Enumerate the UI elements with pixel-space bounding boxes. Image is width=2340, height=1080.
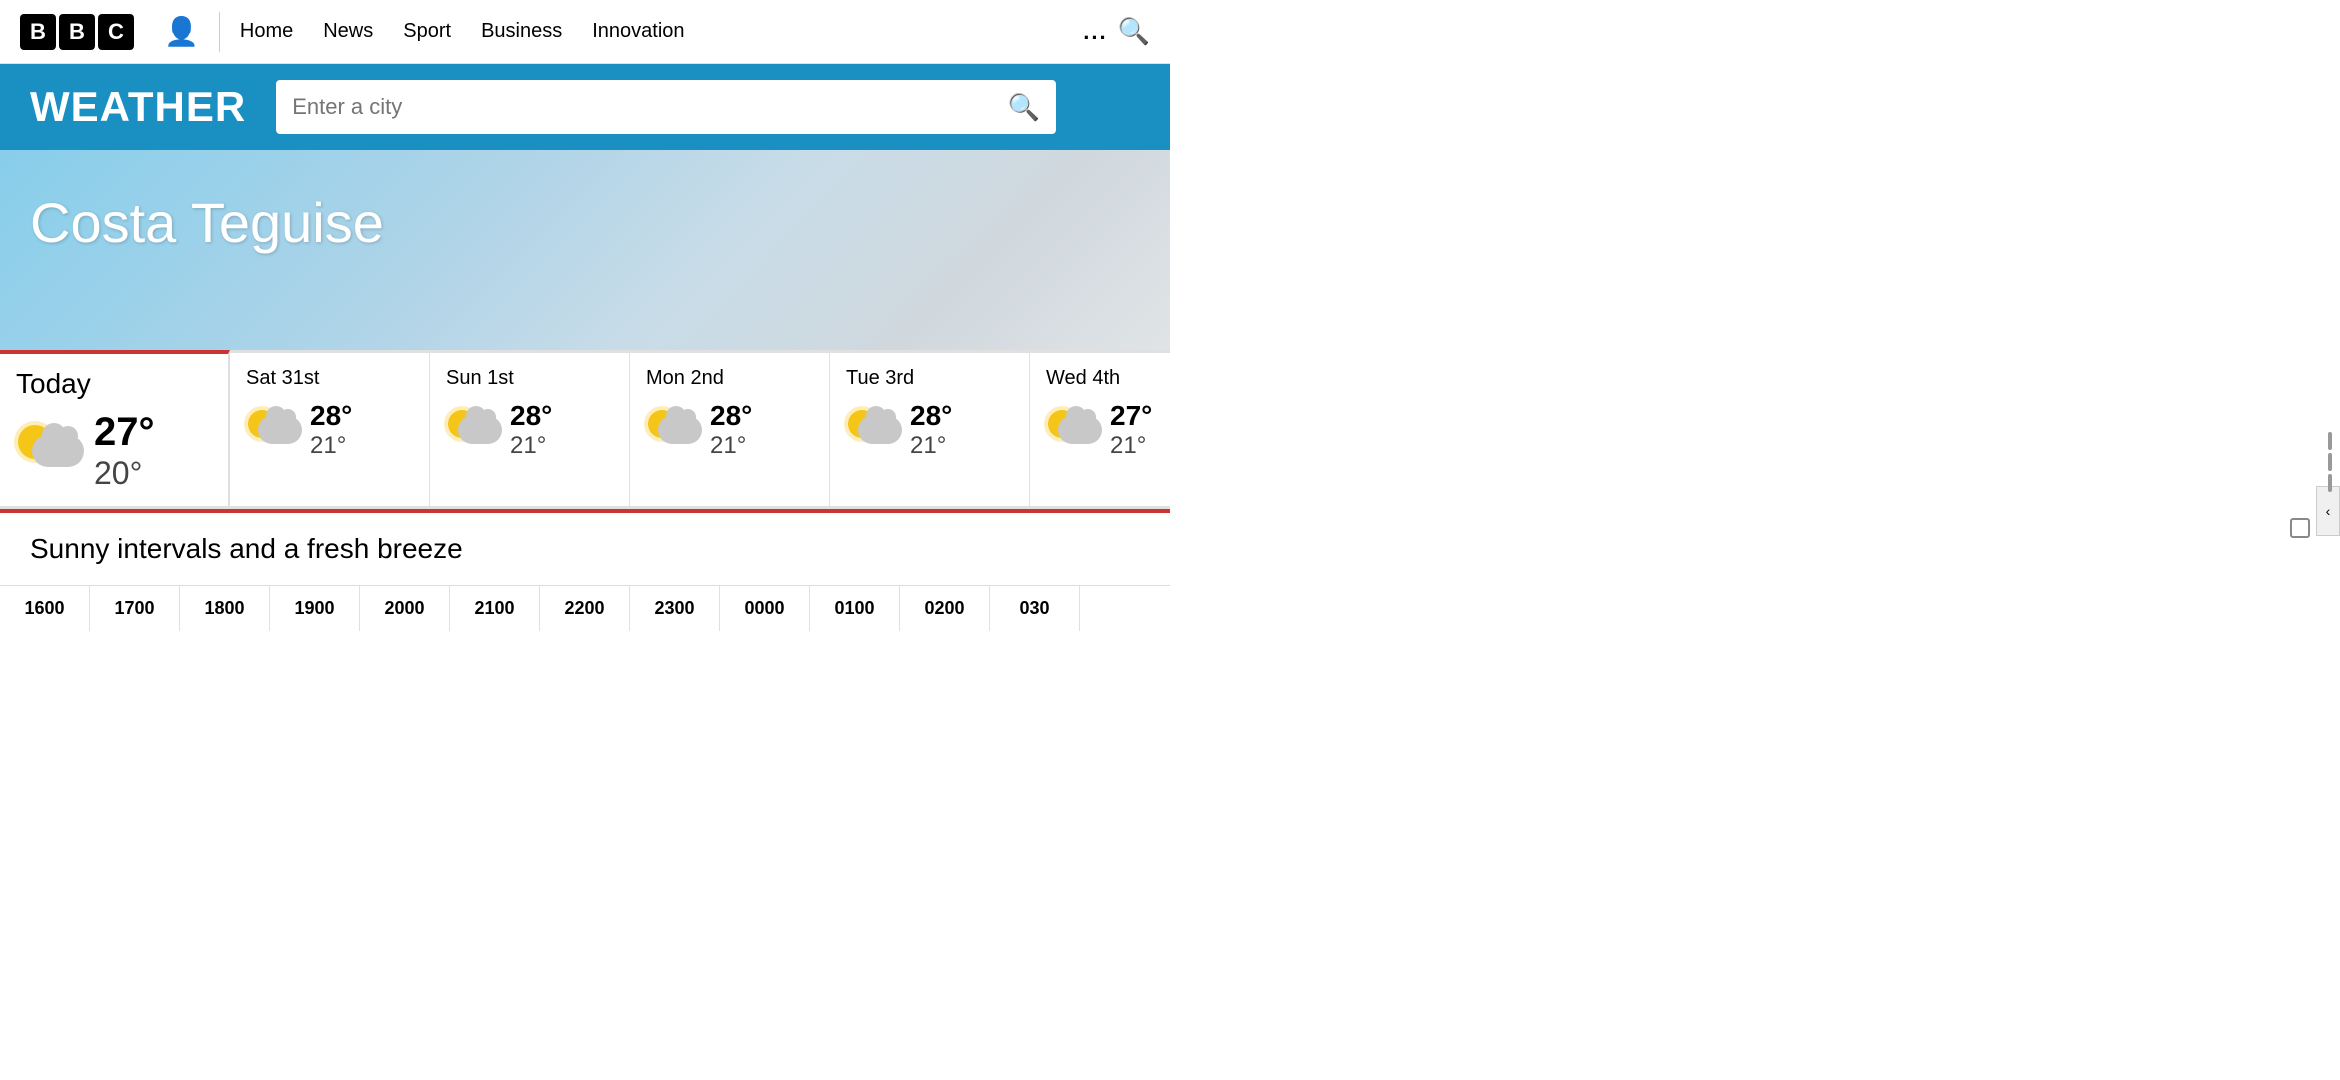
- hourly-row: 1600 1700 1800 1900 2000 2100 2200 2300 …: [0, 585, 1170, 631]
- tue-weather-icon: [846, 416, 902, 444]
- bbc-logo[interactable]: B B C: [20, 14, 134, 50]
- city-search-button[interactable]: 🔍: [1008, 92, 1040, 123]
- scroll-indicator: [2328, 432, 2332, 492]
- cloud-icon: [32, 435, 84, 467]
- weather-description: Sunny intervals and a fresh breeze: [0, 513, 1170, 585]
- cloud-icon: [458, 416, 502, 444]
- cloud-icon: [858, 416, 902, 444]
- forecast-day-mon[interactable]: Mon 2nd 28° 21°: [630, 350, 830, 506]
- nav-link-home[interactable]: Home: [240, 20, 293, 42]
- today-label: Today: [16, 368, 212, 400]
- tue-label: Tue 3rd: [846, 367, 1013, 390]
- tue-high-temp: 28°: [910, 400, 952, 432]
- top-navigation: B B C 👤 Home News Sport Business Innovat…: [0, 0, 1170, 64]
- nav-item-business[interactable]: Business: [481, 20, 562, 43]
- mon-low-temp: 21°: [710, 432, 752, 460]
- user-icon[interactable]: 👤: [164, 15, 199, 48]
- forecast-day-wed[interactable]: Wed 4th 27° 21°: [1030, 350, 1170, 506]
- sat-low-temp: 21°: [310, 432, 352, 460]
- wed-weather-icon: [1046, 416, 1102, 444]
- nav-item-sport[interactable]: Sport: [403, 20, 451, 43]
- today-high-temp: 27°: [94, 410, 155, 455]
- sidebar-square[interactable]: [2290, 518, 2310, 538]
- forecast-container: Today 27° 20° Sat 31st: [0, 350, 1170, 513]
- sat-label: Sat 31st: [246, 367, 413, 390]
- sat-high-temp: 28°: [310, 400, 352, 432]
- nav-item-home[interactable]: Home: [240, 20, 293, 43]
- bbc-b2: B: [59, 14, 95, 50]
- mon-label: Mon 2nd: [646, 367, 813, 390]
- sun-weather-icon: [446, 416, 502, 444]
- city-search-input[interactable]: [292, 94, 1008, 120]
- weather-title: WEATHER: [30, 83, 246, 131]
- hourly-2000: 2000: [360, 586, 450, 631]
- nav-link-business[interactable]: Business: [481, 20, 562, 42]
- nav-divider: [219, 12, 220, 52]
- more-menu-button[interactable]: ...: [1083, 19, 1107, 45]
- search-icon[interactable]: 🔍: [1118, 16, 1150, 47]
- nav-link-sport[interactable]: Sport: [403, 20, 451, 42]
- cloud-icon: [658, 416, 702, 444]
- hourly-1900: 1900: [270, 586, 360, 631]
- tue-low-temp: 21°: [910, 432, 952, 460]
- city-search-box[interactable]: 🔍: [276, 80, 1056, 134]
- forecast-day-sat[interactable]: Sat 31st 28° 21°: [230, 350, 430, 506]
- wed-low-temp: 21°: [1110, 432, 1152, 460]
- nav-links: Home News Sport Business Innovation: [240, 20, 685, 43]
- cloud-icon: [1058, 416, 1102, 444]
- today-temps: 27° 20°: [94, 410, 155, 492]
- hourly-2200: 2200: [540, 586, 630, 631]
- forecast-day-sun[interactable]: Sun 1st 28° 21°: [430, 350, 630, 506]
- sun-low-temp: 21°: [510, 432, 552, 460]
- weather-header: WEATHER 🔍: [0, 64, 1170, 150]
- hourly-1600: 1600: [0, 586, 90, 631]
- hourly-1700: 1700: [90, 586, 180, 631]
- scroll-bar-3: [2328, 474, 2332, 492]
- nav-link-innovation[interactable]: Innovation: [592, 20, 684, 42]
- scroll-bar-1: [2328, 432, 2332, 450]
- hourly-1800: 1800: [180, 586, 270, 631]
- cloud-icon: [258, 416, 302, 444]
- hourly-030: 030: [990, 586, 1080, 631]
- bbc-c: C: [98, 14, 134, 50]
- location-hero: Costa Teguise: [0, 150, 1170, 350]
- forecast-day-today[interactable]: Today 27° 20°: [0, 350, 230, 506]
- today-low-temp: 20°: [94, 455, 155, 492]
- sidebar-collapse-arrow[interactable]: ‹: [2316, 486, 2340, 536]
- sun-label: Sun 1st: [446, 367, 613, 390]
- mon-high-temp: 28°: [710, 400, 752, 432]
- location-name: Costa Teguise: [30, 190, 1140, 255]
- hourly-0100: 0100: [810, 586, 900, 631]
- bbc-b1: B: [20, 14, 56, 50]
- nav-item-innovation[interactable]: Innovation: [592, 20, 684, 43]
- mon-weather-icon: [646, 416, 702, 444]
- today-weather-icon: [16, 435, 84, 467]
- scroll-bar-2: [2328, 453, 2332, 471]
- nav-item-news[interactable]: News: [323, 20, 373, 43]
- hourly-0200: 0200: [900, 586, 990, 631]
- forecast-day-tue[interactable]: Tue 3rd 28° 21°: [830, 350, 1030, 506]
- wed-high-temp: 27°: [1110, 400, 1152, 432]
- sat-weather-icon: [246, 416, 302, 444]
- hourly-2100: 2100: [450, 586, 540, 631]
- forecast-row: Today 27° 20° Sat 31st: [0, 350, 1170, 509]
- hourly-0000: 0000: [720, 586, 810, 631]
- hourly-2300: 2300: [630, 586, 720, 631]
- wed-label: Wed 4th: [1046, 367, 1170, 390]
- sun-high-temp: 28°: [510, 400, 552, 432]
- nav-link-news[interactable]: News: [323, 20, 373, 42]
